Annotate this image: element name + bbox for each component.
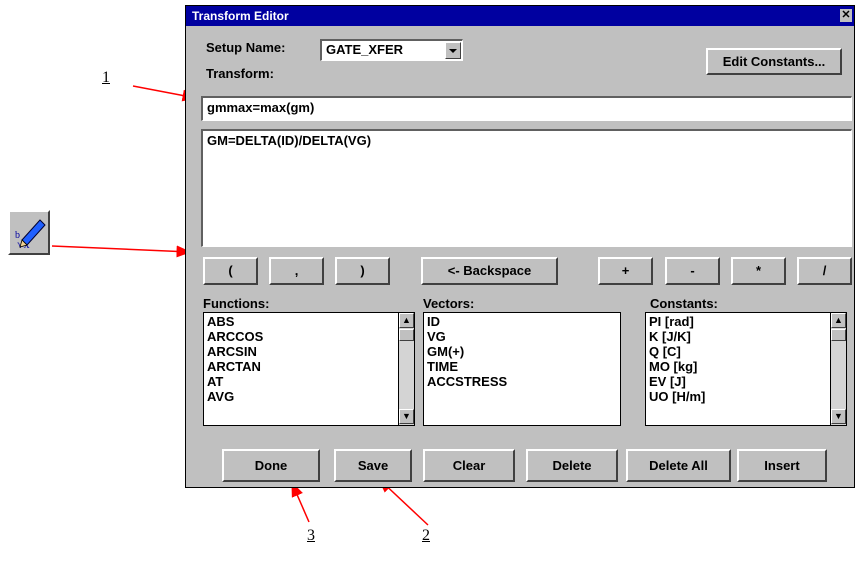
- delete-all-button-label: Delete All: [649, 458, 708, 473]
- transform-editor-window: Transform Editor ✕ Setup Name: GATE_XFER…: [185, 5, 855, 488]
- list-item[interactable]: VG: [427, 329, 617, 344]
- vectors-list[interactable]: ID VG GM(+) TIME ACCSTRESS: [423, 312, 621, 426]
- functions-label: Functions:: [203, 296, 270, 311]
- callout-arrow-icon: [51, 245, 192, 258]
- done-button[interactable]: Done: [222, 449, 320, 482]
- window-title: Transform Editor: [192, 9, 289, 23]
- transform-text-area[interactable]: GM=DELTA(ID)/DELTA(VG): [201, 129, 852, 247]
- clear-button-label: Clear: [452, 458, 486, 473]
- list-item[interactable]: ID: [427, 314, 617, 329]
- minus-button[interactable]: -: [665, 257, 720, 285]
- clear-button[interactable]: Clear: [423, 449, 515, 482]
- close-paren-button[interactable]: ): [335, 257, 390, 285]
- list-item[interactable]: PI [rad]: [649, 314, 843, 329]
- edit-constants-button[interactable]: Edit Constants...: [706, 48, 842, 75]
- list-item[interactable]: TIME: [427, 359, 617, 374]
- list-item[interactable]: ABS: [207, 314, 411, 329]
- setup-name-dropdown-button[interactable]: [445, 42, 461, 59]
- scroll-down-icon[interactable]: ▼: [399, 409, 414, 424]
- functions-scrollbar[interactable]: ▲ ▼: [398, 313, 414, 425]
- list-item[interactable]: AT: [207, 374, 411, 389]
- close-icon[interactable]: ✕: [840, 9, 852, 22]
- constants-list[interactable]: PI [rad] K [J/K] Q [C] MO [kg] EV [J] UO…: [645, 312, 847, 426]
- divide-button[interactable]: /: [797, 257, 852, 285]
- callout-arrow-3: [291, 481, 310, 523]
- callout-label-1: 1: [102, 69, 110, 86]
- constants-scrollbar[interactable]: ▲ ▼: [830, 313, 846, 425]
- list-item[interactable]: ACCSTRESS: [427, 374, 617, 389]
- comma-button[interactable]: ,: [269, 257, 324, 285]
- setup-name-combobox[interactable]: GATE_XFER: [320, 39, 463, 61]
- chevron-down-icon: [449, 49, 457, 53]
- list-item[interactable]: MO [kg]: [649, 359, 843, 374]
- list-item[interactable]: EV [J]: [649, 374, 843, 389]
- callout-label-3: 3: [307, 527, 315, 544]
- list-item[interactable]: AVG: [207, 389, 411, 404]
- vectors-label: Vectors:: [423, 296, 475, 311]
- scroll-up-icon[interactable]: ▲: [399, 313, 414, 328]
- save-button[interactable]: Save: [334, 449, 412, 482]
- list-item[interactable]: GM(+): [427, 344, 617, 359]
- backspace-button[interactable]: <- Backspace: [421, 257, 558, 285]
- list-item[interactable]: Q [C]: [649, 344, 843, 359]
- setup-name-label: Setup Name:: [206, 40, 285, 55]
- list-item[interactable]: K [J/K]: [649, 329, 843, 344]
- scrollbar-thumb[interactable]: [831, 329, 846, 341]
- functions-list[interactable]: ABS ARCCOS ARCSIN ARCTAN AT AVG ▲ ▼: [203, 312, 415, 426]
- list-item[interactable]: UO [H/m]: [649, 389, 843, 404]
- list-item[interactable]: ARCCOS: [207, 329, 411, 344]
- multiply-button[interactable]: *: [731, 257, 786, 285]
- insert-button-label: Insert: [764, 458, 800, 473]
- done-button-label: Done: [254, 458, 288, 473]
- constants-label: Constants:: [650, 296, 718, 311]
- list-item[interactable]: ARCSIN: [207, 344, 411, 359]
- scrollbar-thumb[interactable]: [399, 329, 414, 341]
- setup-name-label-text: Setup Name:: [206, 40, 286, 55]
- open-paren-button[interactable]: (: [203, 257, 258, 285]
- delete-button[interactable]: Delete: [526, 449, 618, 482]
- delete-all-button[interactable]: Delete All: [626, 449, 731, 482]
- save-button-label: Save: [357, 458, 389, 473]
- list-item[interactable]: ARCTAN: [207, 359, 411, 374]
- title-bar: Transform Editor ✕: [186, 6, 854, 26]
- scroll-down-icon[interactable]: ▼: [831, 409, 846, 424]
- plus-button[interactable]: +: [598, 257, 653, 285]
- delete-button-label: Delete: [552, 458, 592, 473]
- setup-name-value: GATE_XFER: [326, 42, 404, 57]
- insert-button[interactable]: Insert: [737, 449, 827, 482]
- scroll-up-icon[interactable]: ▲: [831, 313, 846, 328]
- callout-label-2: 2: [422, 527, 430, 544]
- transform-label: Transform:: [206, 66, 274, 81]
- transform-input[interactable]: gmmax=max(gm): [201, 96, 852, 121]
